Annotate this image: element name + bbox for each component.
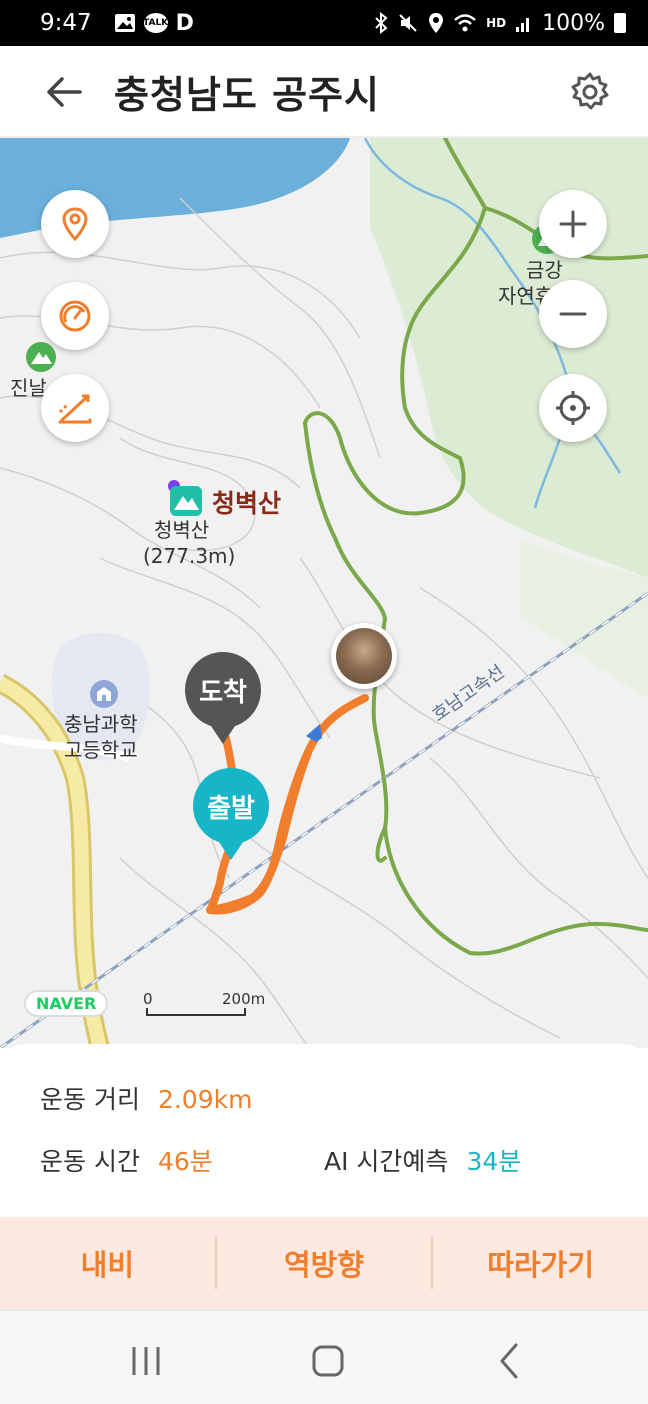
school-label-line1: 충남과학 (64, 712, 138, 736)
naver-logo: NAVER (24, 990, 109, 1017)
mute-icon (399, 14, 417, 32)
photo-marker[interactable] (331, 623, 397, 689)
map-pin-icon (62, 207, 88, 242)
gear-icon (571, 72, 609, 110)
system-navigation-bar (0, 1309, 648, 1404)
plus-icon (559, 210, 587, 238)
departure-pin[interactable]: 출발 (193, 768, 269, 860)
speedometer-icon (59, 300, 91, 332)
left-area-label: 진날 (10, 376, 47, 400)
arrow-left-icon (47, 77, 82, 107)
wifi-icon (454, 14, 476, 32)
crosshair-icon (556, 391, 590, 425)
ai-estimate-stat: AI 시간예측 34분 (324, 1142, 521, 1178)
signal-icon (516, 18, 530, 32)
back-button[interactable] (42, 70, 86, 114)
zoom-in-button[interactable] (539, 190, 607, 258)
app-header: 충청남도 공주시 (0, 46, 648, 138)
current-location-button[interactable] (539, 374, 607, 442)
slope-icon (58, 394, 92, 424)
time-label: 운동 시간 (40, 1147, 140, 1176)
bluetooth-icon (375, 12, 388, 34)
speed-button[interactable] (41, 282, 109, 350)
d-app-icon: D (175, 10, 194, 36)
home-icon (312, 1345, 344, 1377)
scale-end: 200m (222, 990, 266, 1008)
school-icon[interactable] (90, 680, 118, 708)
map-scale: 0 200m (143, 988, 265, 1016)
distance-stat: 운동 거리 2.09km (40, 1080, 252, 1116)
location-marker-button[interactable] (41, 190, 109, 258)
follow-button[interactable]: 따라가기 (433, 1217, 648, 1309)
workout-stats-panel: 운동 거리 2.09km 운동 시간 46분 AI 시간예측 34분 (0, 1044, 648, 1220)
time-stat: 운동 시간 46분 (40, 1142, 213, 1178)
action-bar: 내비 역방향 따라가기 (0, 1217, 648, 1309)
page-title: 충청남도 공주시 (114, 73, 380, 117)
ai-label: AI 시간예측 (324, 1147, 449, 1176)
map-view[interactable]: 진날 금강 자연휴 청벽산 청벽산 (277.3m) 충남과학 고등학교 호남고… (0, 138, 648, 1048)
forest-label-line1: 금강 (526, 258, 563, 282)
arrival-pin[interactable]: 도착 (185, 652, 261, 744)
peak-sub-label: 청벽산 (154, 518, 210, 542)
reverse-button[interactable]: 역방향 (217, 1217, 432, 1309)
peak-name-label: 청벽산 (212, 489, 282, 518)
status-time: 9:47 (40, 10, 92, 36)
distance-label: 운동 거리 (40, 1085, 140, 1114)
scale-start: 0 (143, 990, 153, 1008)
mountain-poi-icon[interactable] (26, 342, 56, 372)
minus-icon (559, 312, 587, 316)
home-button[interactable] (308, 1341, 348, 1381)
recent-apps-button[interactable] (126, 1341, 166, 1381)
ai-value: 34분 (466, 1147, 522, 1176)
distance-value: 2.09km (157, 1085, 253, 1114)
location-icon (429, 13, 444, 33)
settings-button[interactable] (566, 68, 614, 116)
back-chevron-icon (500, 1343, 518, 1379)
time-value: 46분 (157, 1147, 213, 1176)
system-back-button[interactable] (490, 1341, 530, 1381)
navi-button[interactable]: 내비 (0, 1217, 215, 1309)
recent-apps-icon (132, 1347, 160, 1375)
network-type: HD (486, 16, 507, 30)
peak-height-label: (277.3m) (143, 544, 236, 568)
battery-icon (614, 13, 626, 33)
gallery-icon (114, 14, 135, 32)
peak-mountain-icon[interactable] (166, 478, 206, 518)
battery-percent: 100% (542, 10, 605, 36)
status-bar: 9:47 TALK D HD 100% (0, 0, 648, 46)
zoom-out-button[interactable] (539, 280, 607, 348)
talk-icon: TALK (143, 13, 168, 33)
school-label-line2: 고등학교 (64, 738, 138, 762)
elevation-button[interactable] (41, 374, 109, 442)
